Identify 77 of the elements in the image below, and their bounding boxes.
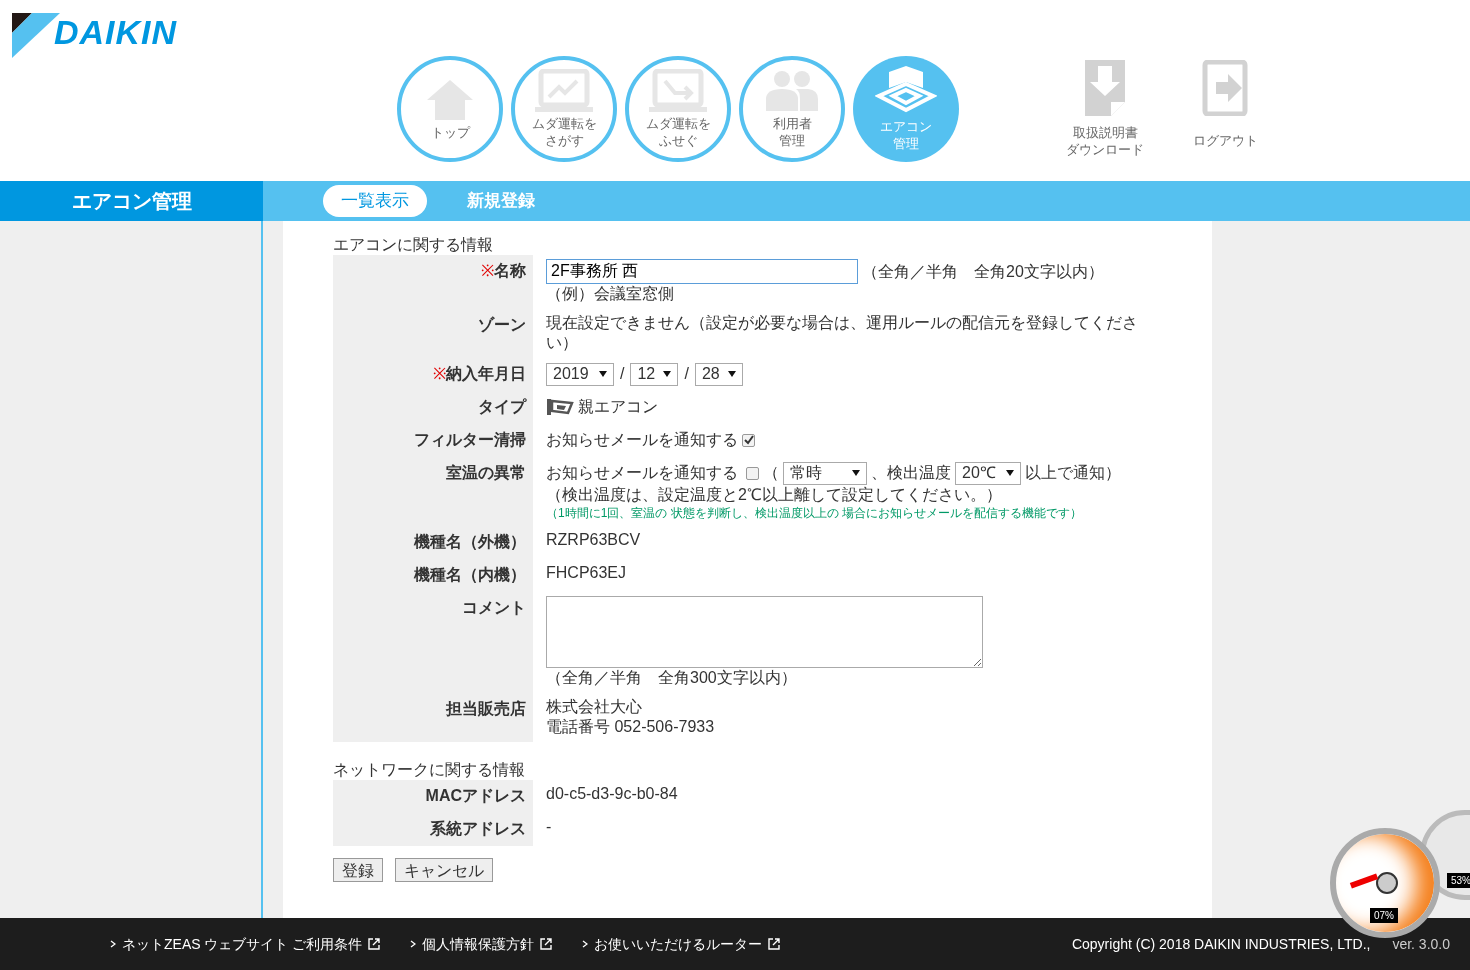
chevron-icon: [110, 940, 116, 948]
users-icon: [764, 69, 820, 113]
external-link-icon: [540, 938, 553, 950]
section-title: エアコン管理: [71, 189, 192, 214]
document-download-icon: [1082, 60, 1128, 116]
footer-link[interactable]: ネットZEAS ウェブサイト ご利用条件: [110, 933, 381, 955]
chevron-icon: [410, 940, 417, 948]
field-value: 電話番号 052-506-7933: [546, 717, 715, 737]
field-label: コメント: [462, 598, 526, 618]
header-link[interactable]: 取扱説明書 ダウンロード: [1060, 60, 1150, 158]
nav-button[interactable]: ムダ運転を さがす: [511, 56, 617, 162]
field-value: 親エアコン: [578, 397, 658, 417]
field-label: ゾーン: [478, 315, 526, 335]
field-label: フィルター清掃: [414, 430, 526, 450]
field-value: -: [546, 817, 552, 837]
caret-icon: [663, 371, 672, 377]
field-label: 名称: [494, 261, 526, 281]
date-select[interactable]: 2019: [546, 362, 614, 386]
input-hint: （全角／半角 全角20文字以内）: [862, 261, 1104, 282]
field-label: 担当販売店: [446, 699, 526, 719]
external-link-icon: [368, 938, 381, 950]
field-label: 系統アドレス: [430, 819, 526, 839]
form-button[interactable]: 登録: [333, 858, 383, 882]
field-label: 機種名（内機）: [414, 565, 526, 585]
name-input[interactable]: 2F事務所 西: [546, 259, 858, 284]
checkbox[interactable]: [742, 433, 755, 447]
laptop-arrow-icon: [647, 69, 709, 113]
example-text: （例）会議室窓側: [546, 284, 675, 304]
textarea-hint: （全角／半角 全角300文字以内）: [546, 668, 798, 688]
laptop-chart-icon: [533, 69, 595, 113]
section-heading: エアコンに関する情報: [333, 235, 493, 255]
date-select[interactable]: 12: [630, 362, 679, 386]
field-value: RZRP63BCV: [546, 530, 641, 550]
external-link-icon: [768, 938, 781, 950]
logout-icon: [1202, 60, 1248, 116]
threshold-label: 、検出温度: [871, 463, 951, 483]
footer-link[interactable]: 個人情報保護方針: [410, 933, 553, 955]
field-label: 機種名（外機）: [414, 532, 526, 552]
note-text: （検出温度は、設定温度と2℃以上離して設定してください。）: [546, 485, 1003, 505]
section-heading: ネットワークに関する情報: [333, 760, 525, 780]
caret-icon: [852, 470, 860, 476]
field-value: 現在設定できません（設定が必要な場合は、運用ルールの配信元を登録してくださ: [546, 313, 1138, 333]
info-text: （1時間に1回、室温の 状態を判断し、検出温度以上の 場合にお知らせメールを配信する機能です）: [546, 505, 1083, 521]
footer-link[interactable]: お使いいただけるルーター: [582, 933, 781, 955]
caret-icon: [599, 371, 607, 377]
aircon-unit-icon: [546, 397, 574, 417]
date-separator: /: [620, 364, 625, 384]
field-value: d0-c5-d3-9c-b0-84: [546, 784, 678, 804]
date-separator: /: [684, 364, 689, 384]
comment-textarea[interactable]: [546, 596, 983, 668]
required-mark: ※: [481, 261, 494, 281]
checkbox-label: お知らせメールを通知する: [546, 430, 738, 450]
notify-text: 以上で通知）: [1025, 463, 1121, 483]
bracket-text: （: [763, 463, 779, 483]
header-link[interactable]: ログアウト: [1180, 60, 1270, 158]
required-mark: ※: [433, 364, 446, 384]
caret-icon: [727, 371, 736, 377]
field-value: い）: [546, 333, 578, 353]
gauge-widget: 53% 07%: [1330, 810, 1470, 940]
field-value: 株式会社大心: [546, 697, 642, 717]
checkbox[interactable]: [746, 466, 759, 480]
temperature-select[interactable]: 20℃: [955, 461, 1021, 485]
nav-button[interactable]: 利用者 管理: [739, 56, 845, 162]
field-label: 室温の異常: [446, 463, 526, 483]
home-icon: [425, 77, 475, 122]
form-button[interactable]: キャンセル: [395, 858, 493, 882]
date-select[interactable]: 28: [694, 362, 743, 386]
nav-button[interactable]: トップ: [397, 56, 503, 162]
timing-select[interactable]: 常時: [783, 461, 867, 485]
field-label: 納入年月日: [446, 364, 526, 384]
chevron-icon: [582, 940, 589, 948]
caret-icon: [1006, 470, 1014, 476]
checkbox-label: お知らせメールを通知する: [546, 463, 738, 483]
nav-button[interactable]: ムダ運転を ふせぐ: [625, 56, 731, 162]
field-value: FHCP63EJ: [546, 563, 627, 583]
field-label: MACアドレス: [425, 786, 526, 806]
field-label: タイプ: [478, 397, 526, 417]
